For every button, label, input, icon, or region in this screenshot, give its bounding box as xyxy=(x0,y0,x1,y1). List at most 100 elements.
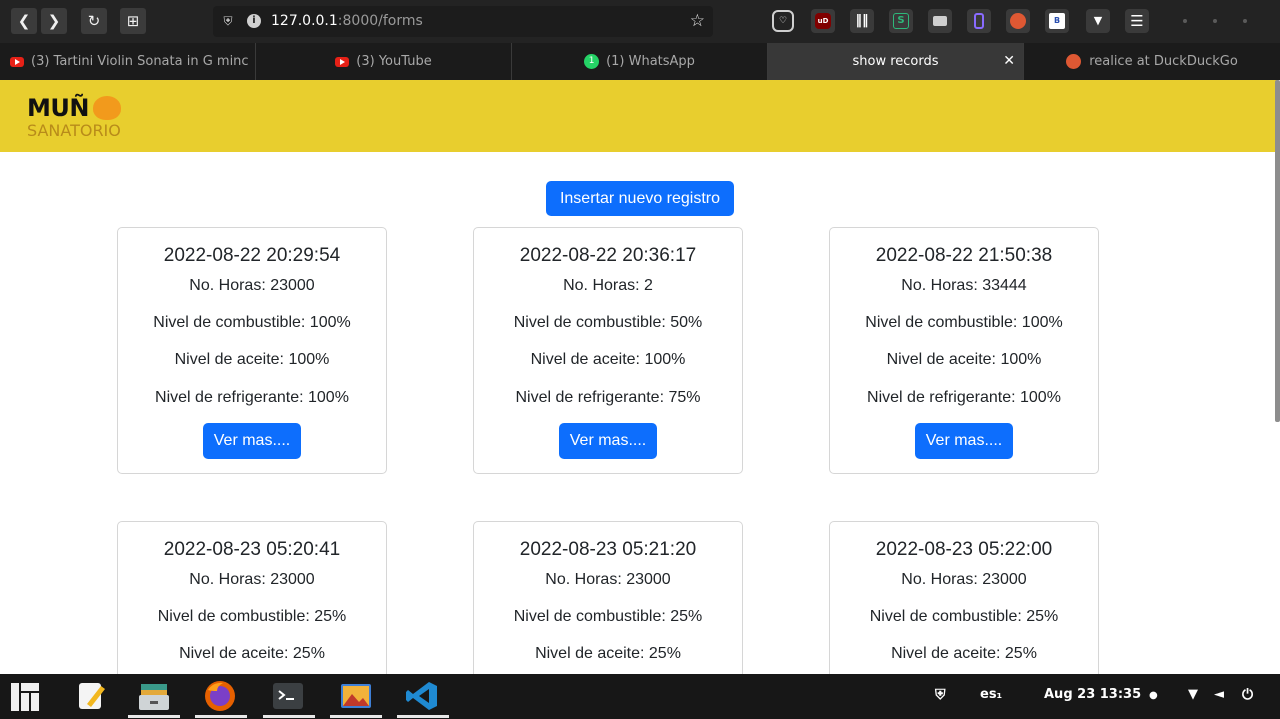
site-info-icon[interactable]: i xyxy=(247,14,261,28)
duckduckgo-extension-icon[interactable] xyxy=(1006,9,1030,33)
url-text[interactable]: 127.0.0.1:8000/forms xyxy=(271,13,423,29)
record-date: 2022-08-23 05:20:41 xyxy=(163,539,341,560)
vscode-icon[interactable] xyxy=(405,680,439,712)
record-fuel: Nivel de combustible: 100% xyxy=(153,314,351,331)
tab-label: show records xyxy=(852,54,939,69)
whatsapp-icon: 1 xyxy=(584,54,600,69)
firefox-icon[interactable] xyxy=(203,680,237,712)
back-icon[interactable]: ❮ xyxy=(11,8,37,34)
bars-extension-icon[interactable]: ‖‖ xyxy=(850,9,874,33)
s-extension-label: S xyxy=(893,13,909,29)
tab-label: (3) YouTube xyxy=(356,54,432,69)
window-dot-icon xyxy=(1213,19,1217,23)
notes-app-icon[interactable] xyxy=(75,680,109,712)
vpn-extension-icon[interactable] xyxy=(967,9,991,33)
window-dot-icon xyxy=(1243,19,1247,23)
view-more-button[interactable]: Ver mas.... xyxy=(559,423,657,459)
tab-tartini[interactable]: (3) Tartini Violin Sonata in G minc xyxy=(0,43,256,80)
url-host: 127.0.0.1 xyxy=(271,13,338,29)
browser-toolbar: ❮ ❯ ↻ ⊞ ⛨ i 127.0.0.1:8000/forms ☆ ♡ uD … xyxy=(0,0,1280,43)
record-hours: No. Horas: 23000 xyxy=(545,571,671,588)
s-extension-icon[interactable]: S xyxy=(889,9,913,33)
volume-icon[interactable]: ◄ xyxy=(1214,687,1224,702)
card-extension-icon[interactable] xyxy=(928,9,952,33)
view-more-button[interactable]: Ver mas.... xyxy=(203,423,301,459)
tracking-shield-icon[interactable]: ⛨ xyxy=(221,13,235,29)
security-tray-icon[interactable]: ⛨ xyxy=(935,687,946,703)
record-card: 2022-08-22 20:36:17 No. Horas: 2 Nivel d… xyxy=(473,227,743,474)
manjaro-menu-icon[interactable] xyxy=(10,682,40,712)
tab-strip: (3) Tartini Violin Sonata in G minc (3) … xyxy=(0,43,1280,80)
record-hours: No. Horas: 23000 xyxy=(189,571,315,588)
record-fuel: Nivel de combustible: 25% xyxy=(513,608,703,625)
record-card: 2022-08-22 21:50:38 No. Horas: 33444 Niv… xyxy=(829,227,1099,474)
youtube-icon xyxy=(335,56,350,67)
record-oil: Nivel de aceite: 100% xyxy=(886,351,1042,368)
youtube-icon xyxy=(10,56,24,67)
record-date: 2022-08-23 05:22:00 xyxy=(875,539,1053,560)
url-bar[interactable]: ⛨ i 127.0.0.1:8000/forms ☆ xyxy=(213,6,713,37)
pocket-icon[interactable]: ♡ xyxy=(772,10,794,32)
insert-record-button[interactable]: Insertar nuevo registro xyxy=(546,181,734,216)
record-oil: Nivel de aceite: 25% xyxy=(891,645,1037,662)
record-hours: No. Horas: 23000 xyxy=(189,277,315,294)
task-indicator xyxy=(330,715,382,718)
file-manager-icon[interactable] xyxy=(137,680,171,712)
terminal-icon[interactable] xyxy=(271,680,305,712)
hamburger-menu-icon[interactable]: ☰ xyxy=(1125,9,1149,33)
bookmark-star-icon[interactable]: ☆ xyxy=(690,11,705,31)
duckduckgo-icon xyxy=(1066,54,1082,69)
b-extension-icon[interactable]: B xyxy=(1045,9,1069,33)
tab-label: realice at DuckDuckGo xyxy=(1089,54,1238,69)
power-icon[interactable]: ⏻ xyxy=(1242,687,1253,703)
logo-sub-text: SANATORIO xyxy=(27,121,121,140)
ublock-label: uD xyxy=(815,13,831,29)
tab-duckduckgo[interactable]: realice at DuckDuckGo xyxy=(1024,43,1280,80)
record-date: 2022-08-23 05:21:20 xyxy=(519,539,697,560)
record-fuel: Nivel de combustible: 25% xyxy=(869,608,1059,625)
taskbar: ⛨ es₁ Aug 23 13:35 ● ▼ ◄ ⏻ xyxy=(0,674,1280,719)
image-viewer-icon[interactable] xyxy=(339,680,373,712)
tab-label: (1) WhatsApp xyxy=(606,54,695,69)
forward-icon[interactable]: ❯ xyxy=(41,8,67,34)
tab-show-records[interactable]: show records ✕ xyxy=(768,43,1024,80)
view-more-button[interactable]: Ver mas.... xyxy=(915,423,1013,459)
record-date: 2022-08-22 21:50:38 xyxy=(875,245,1053,266)
record-coolant: Nivel de refrigerante: 100% xyxy=(867,389,1061,406)
record-oil: Nivel de aceite: 100% xyxy=(530,351,686,368)
record-fuel: Nivel de combustible: 100% xyxy=(865,314,1063,331)
close-tab-icon[interactable]: ✕ xyxy=(1003,53,1015,69)
tab-label: (3) Tartini Violin Sonata in G minc xyxy=(31,54,249,69)
b-extension-label: B xyxy=(1049,13,1065,29)
task-indicator xyxy=(195,715,247,718)
keyboard-layout[interactable]: es₁ xyxy=(980,687,1002,702)
record-coolant: Nivel de refrigerante: 75% xyxy=(515,389,701,406)
record-oil: Nivel de aceite: 25% xyxy=(535,645,681,662)
tab-youtube[interactable]: (3) YouTube xyxy=(256,43,512,80)
record-date: 2022-08-22 20:36:17 xyxy=(519,245,697,266)
record-coolant: Nivel de refrigerante: 100% xyxy=(155,389,349,406)
clock[interactable]: Aug 23 13:35 xyxy=(1044,687,1141,702)
brain-logo-icon xyxy=(93,96,121,120)
record-oil: Nivel de aceite: 100% xyxy=(174,351,330,368)
record-card: 2022-08-22 20:29:54 No. Horas: 23000 Niv… xyxy=(117,227,387,474)
record-oil: Nivel de aceite: 25% xyxy=(179,645,325,662)
record-fuel: Nivel de combustible: 50% xyxy=(513,314,703,331)
reload-icon[interactable]: ↻ xyxy=(81,8,107,34)
new-tab-icon[interactable]: ⊞ xyxy=(120,8,146,34)
record-hours: No. Horas: 33444 xyxy=(901,277,1027,294)
task-indicator xyxy=(397,715,449,718)
record-date: 2022-08-22 20:29:54 xyxy=(163,245,341,266)
page-scrollbar[interactable] xyxy=(1275,80,1280,422)
task-indicator xyxy=(263,715,315,718)
overflow-chevron-icon[interactable]: ▼ xyxy=(1086,9,1110,33)
notification-dot-icon[interactable]: ● xyxy=(1149,690,1158,701)
tab-whatsapp[interactable]: 1 (1) WhatsApp xyxy=(512,43,768,80)
record-hours: No. Horas: 23000 xyxy=(901,571,1027,588)
site-header: MUÑ A SANATORIO xyxy=(0,80,1277,152)
url-path: :8000/forms xyxy=(337,13,423,29)
wifi-icon[interactable]: ▼ xyxy=(1188,687,1198,702)
ublock-icon[interactable]: uD xyxy=(811,9,835,33)
logo[interactable]: MUÑ A SANATORIO xyxy=(27,94,157,140)
task-indicator xyxy=(128,715,180,718)
